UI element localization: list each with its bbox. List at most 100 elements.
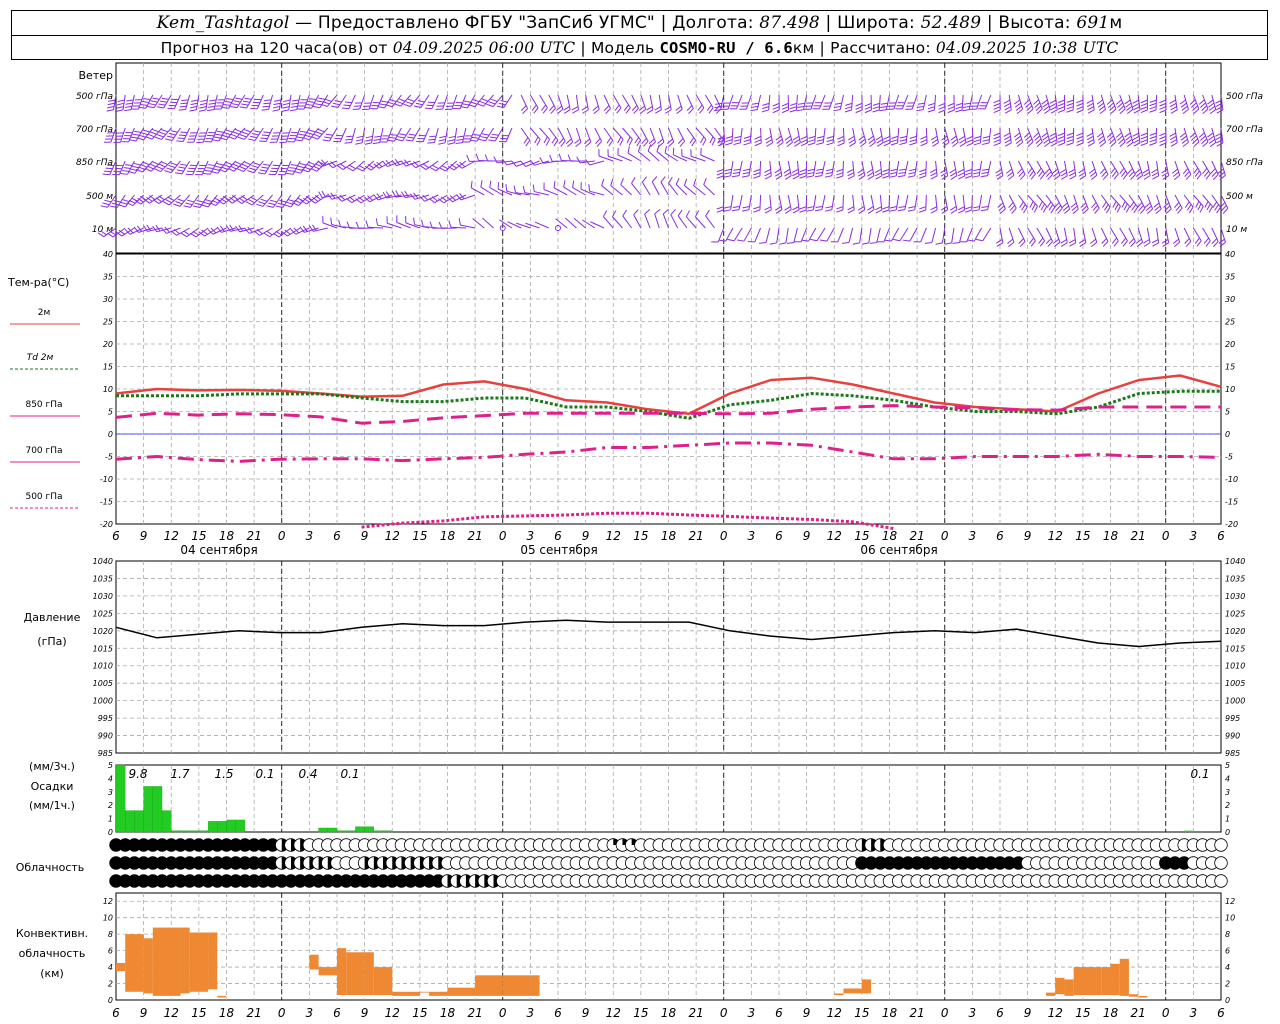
wind-barb [1036,227,1046,242]
wind-barb-flag [883,135,891,140]
wind-barb-flag [1008,174,1015,181]
wind-barb-flag [1131,204,1137,211]
conv-title-2: облачность [19,947,86,960]
pres-ytick-left: 1020 [93,627,113,636]
wind-barb-flag [212,168,220,172]
precip-bar [180,830,190,833]
convective-bar [1046,992,1056,996]
wind-barb-flag [259,169,267,172]
wind-barb-flag [152,199,160,204]
wind-barb-flag [662,208,669,215]
wind-barb-flag [563,180,566,188]
wind-barb-flag [1068,239,1076,244]
temp-xtick: 6 [333,529,341,543]
wind-barb-flag [1122,240,1128,247]
wind-barb-flag [743,139,751,143]
wind-barb [793,227,798,243]
convective-bar [116,962,126,972]
wind-barb-flag [221,134,229,138]
wind-barb-flag [1004,109,1012,114]
wind-barb-flag [457,135,465,138]
wind-barb-flag [1091,241,1098,248]
wind-barb-flag [1203,170,1210,177]
wind-barb [641,181,651,196]
wind-barb-flag [1066,109,1074,113]
wind-barb-flag [847,175,855,180]
wind-barb-flag [699,107,705,114]
temp-ytick-right: -15 [1225,498,1238,507]
wind-barb-flag [122,170,130,172]
conv-ytick-right: 8 [1225,930,1230,939]
wind-barb-flag [1014,135,1022,141]
wind-barb-flag [700,136,705,144]
wind-barb-flag [120,201,128,205]
wind-barb-flag [1190,135,1197,141]
wind-barb-flag [807,142,815,146]
wind-barb-flag [1046,201,1052,208]
wind-barb-flag [1184,171,1190,177]
wind-barb-flag [807,206,815,209]
wind-barb-flag [781,102,789,107]
wind-barb-flag [344,141,352,144]
wind-barb-flag [428,138,436,141]
wind-barb-flag [187,199,195,203]
wind-barb-flag [605,108,611,114]
wind-barb-flag [1099,168,1106,174]
temp-ytick-right: 25 [1225,318,1235,327]
wind-barb-flag [159,131,166,135]
wind-barb-flag [1169,102,1177,108]
wind-barb-flag [592,105,599,111]
wind-barb-flag [1091,174,1098,181]
wind-barb [821,160,826,176]
wind-barb-flag [751,105,759,108]
wind-barb-flag [857,168,864,174]
wind-barb-flag [819,239,827,242]
wind-barb-flag [1101,238,1107,244]
wind-barb-flag [1033,99,1040,105]
precip-bar [382,830,393,833]
wind-barb-flag [1194,237,1200,244]
cloud-circle [1214,856,1228,870]
wind-barb-flag [1057,132,1065,137]
wind-barb-flag [993,99,1001,104]
conv-ytick-left: 2 [108,980,113,989]
wind-barb-flag [304,106,312,109]
wind-barb-flag [1029,237,1035,244]
wind-barb-flag [1212,201,1218,208]
wind-barb-flag [307,101,315,103]
wind-barb-flag [230,105,238,109]
wind-barb [601,185,614,196]
wind-barb-flag [272,109,280,112]
wind-barb-flag [733,139,741,142]
pres-ytick-right: 995 [1225,714,1240,723]
wind-barb-flag [1108,135,1114,141]
wind-barb-flag [1053,241,1061,248]
wind-barb [612,127,624,140]
wind-barb [812,194,817,210]
conv-xtick: 18 [219,1006,235,1020]
conv-ytick-right: 12 [1225,897,1235,906]
temp-ytick-left: -5 [105,453,113,462]
wind-barb-flag [1004,106,1012,111]
wind-barb-flag [861,242,869,245]
wind-barb-flag [1044,109,1051,115]
wind-barb-flag [1087,142,1095,147]
wind-barb [603,94,611,109]
wind-barb-flag [875,209,883,214]
temp-legend-label: 850 гПа [25,400,62,410]
precip-title-1: (мм/3ч.) [29,760,75,773]
wind-barb-flag [125,164,133,167]
wind-barb-flag [259,140,267,143]
wind-barb-flag [938,106,946,110]
wind-barb-flag [154,168,161,173]
wind-barb-flag [557,108,564,115]
wind-barb-flag [489,180,492,188]
wind-barb-flag [1045,238,1052,244]
wind-barb-flag [332,102,340,106]
precip-3h-label: 9.8 [128,767,147,781]
wind-barb-flag [1153,202,1160,208]
wind-barb-flag [175,172,183,175]
wind-barb-flag [1159,135,1167,140]
convective-bar [834,993,844,996]
wind-barb-flag [318,97,326,100]
